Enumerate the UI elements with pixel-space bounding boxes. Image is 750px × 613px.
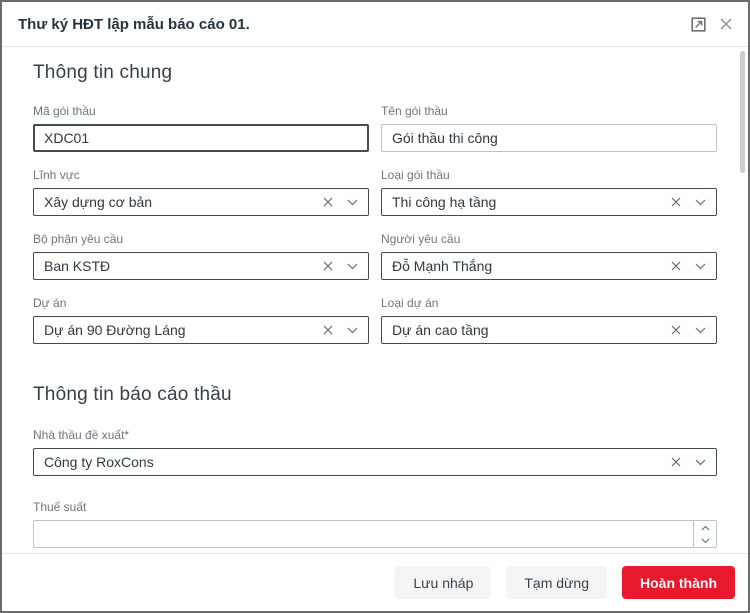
spinner-up-icon[interactable] [694, 521, 716, 534]
maximize-icon[interactable] [690, 16, 706, 32]
input-value: XDC01 [44, 130, 89, 146]
dialog-header: Thư ký HĐT lập mẫu báo cáo 01. [2, 2, 748, 47]
field-label: Thuế suất [33, 500, 717, 514]
save-draft-button[interactable]: Lưu nháp [395, 566, 491, 599]
chevron-down-icon[interactable] [692, 253, 708, 279]
thue-suat-input[interactable] [33, 520, 717, 548]
field-label: Loại gói thầu [381, 168, 717, 182]
dialog-title: Thư ký HĐT lập mẫu báo cáo 01. [18, 16, 250, 33]
clear-icon[interactable] [668, 253, 684, 279]
bo-phan-yeu-cau-select[interactable]: Ban KSTĐ [33, 252, 369, 280]
clear-icon[interactable] [668, 317, 684, 343]
select-value: Thi công hạ tầng [392, 194, 496, 210]
field-loai-du-an: Loại dự án Dự án cao tầng [381, 296, 717, 344]
pause-button[interactable]: Tạm dừng [506, 566, 607, 599]
field-loai-goi-thau: Loại gói thầu Thi công hạ tầng [381, 168, 717, 216]
field-ten-goi-thau: Tên gói thầu Gói thầu thi công [381, 104, 717, 152]
chevron-down-icon[interactable] [692, 449, 708, 475]
field-label: Tên gói thầu [381, 104, 717, 118]
field-du-an: Dự án Dự án 90 Đường Láng [33, 296, 369, 344]
field-bo-phan-yeu-cau: Bộ phận yêu cầu Ban KSTĐ [33, 232, 369, 280]
field-label: Loại dự án [381, 296, 717, 310]
select-value: Xây dựng cơ bản [44, 194, 152, 210]
clear-icon[interactable] [668, 449, 684, 475]
chevron-down-icon[interactable] [344, 253, 360, 279]
general-fields-grid: Mã gói thầu XDC01 Tên gói thầu Gói thầu … [33, 104, 717, 344]
clear-icon[interactable] [320, 317, 336, 343]
clear-icon[interactable] [320, 189, 336, 215]
clear-icon[interactable] [320, 253, 336, 279]
select-value: Công ty RoxCons [44, 454, 154, 470]
ma-goi-thau-input[interactable]: XDC01 [33, 124, 369, 152]
section-heading-general: Thông tin chung [33, 62, 717, 84]
field-thue-suat: Thuế suất [33, 500, 717, 548]
chevron-down-icon[interactable] [692, 189, 708, 215]
dialog-header-actions [690, 16, 734, 32]
chevron-down-icon[interactable] [692, 317, 708, 343]
field-ma-goi-thau: Mã gói thầu XDC01 [33, 104, 369, 152]
field-label: Mã gói thầu [33, 104, 369, 118]
complete-button[interactable]: Hoàn thành [622, 566, 735, 599]
field-nguoi-yeu-cau: Người yêu cầu Đỗ Mạnh Thắng [381, 232, 717, 280]
nguoi-yeu-cau-select[interactable]: Đỗ Mạnh Thắng [381, 252, 717, 280]
field-label: Dự án [33, 296, 369, 310]
scrollbar-thumb[interactable] [740, 51, 745, 173]
number-spinner [693, 521, 716, 547]
select-value: Dự án cao tầng [392, 322, 489, 338]
spinner-down-icon[interactable] [694, 534, 716, 547]
close-icon[interactable] [718, 16, 734, 32]
ten-goi-thau-input[interactable]: Gói thầu thi công [381, 124, 717, 152]
select-value: Ban KSTĐ [44, 258, 110, 274]
field-label: Lĩnh vực [33, 168, 369, 182]
input-value: Gói thầu thi công [392, 130, 498, 146]
du-an-select[interactable]: Dự án 90 Đường Láng [33, 316, 369, 344]
select-value: Đỗ Mạnh Thắng [392, 258, 492, 274]
chevron-down-icon[interactable] [344, 189, 360, 215]
field-label: Bộ phận yêu cầu [33, 232, 369, 246]
field-label: Người yêu cầu [381, 232, 717, 246]
dialog-footer: Lưu nháp Tạm dừng Hoàn thành [2, 553, 748, 611]
select-value: Dự án 90 Đường Láng [44, 322, 186, 338]
linh-vuc-select[interactable]: Xây dựng cơ bản [33, 188, 369, 216]
loai-goi-thau-select[interactable]: Thi công hạ tầng [381, 188, 717, 216]
field-linh-vuc: Lĩnh vực Xây dựng cơ bản [33, 168, 369, 216]
dialog-body: Thông tin chung Mã gói thầu XDC01 Tên gó… [2, 47, 748, 553]
clear-icon[interactable] [668, 189, 684, 215]
nha-thau-de-xuat-select[interactable]: Công ty RoxCons [33, 448, 717, 476]
field-nha-thau-de-xuat: Nhà thầu đề xuất* Công ty RoxCons [33, 428, 717, 476]
field-label: Nhà thầu đề xuất* [33, 428, 717, 442]
loai-du-an-select[interactable]: Dự án cao tầng [381, 316, 717, 344]
chevron-down-icon[interactable] [344, 317, 360, 343]
section-heading-report: Thông tin báo cáo thầu [33, 384, 717, 406]
report-template-dialog: Thư ký HĐT lập mẫu báo cáo 01. Thông tin… [0, 0, 750, 613]
